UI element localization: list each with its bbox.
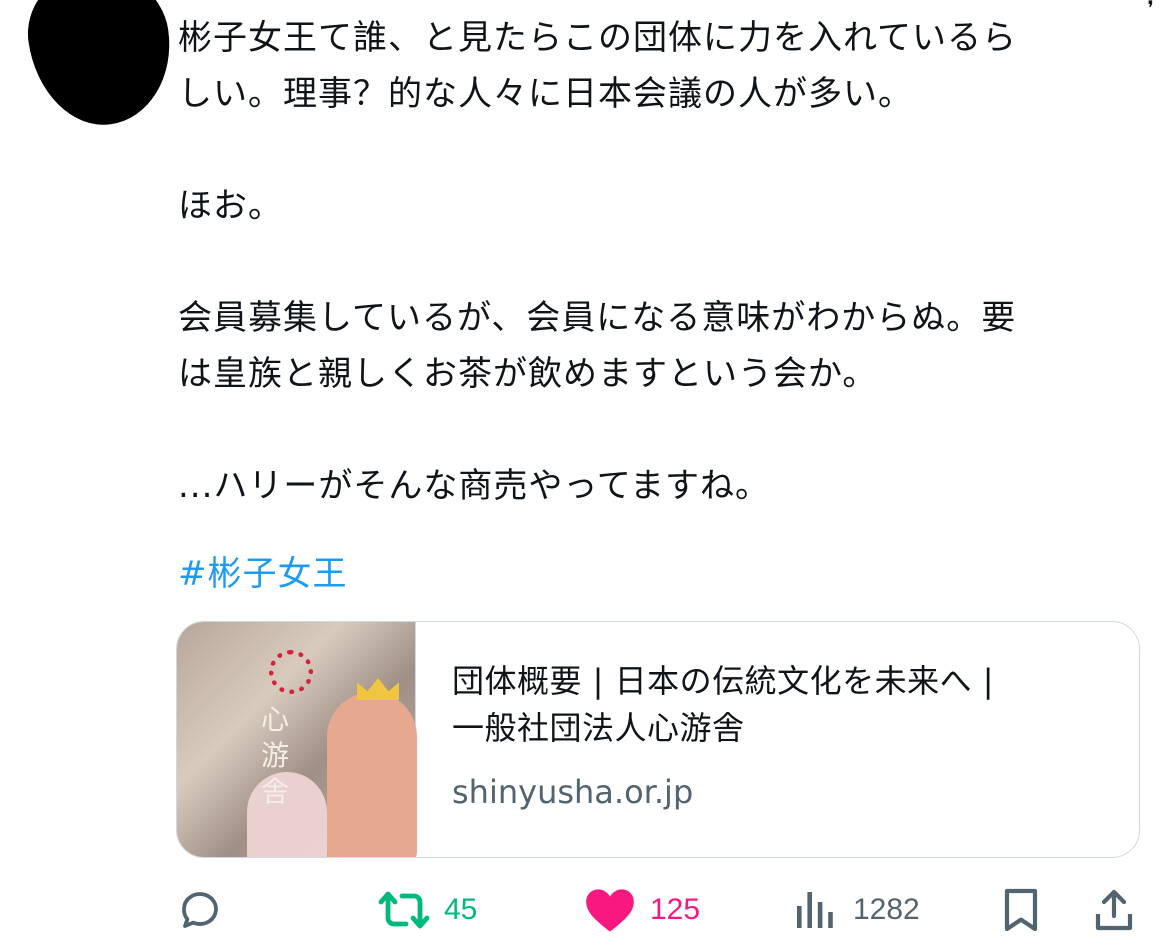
link-card-thumbnail: 心游舎 xyxy=(177,622,417,857)
avatar[interactable] xyxy=(19,0,181,134)
views-button[interactable]: 1282 xyxy=(791,880,920,940)
views-count: 1282 xyxy=(853,893,920,926)
retweet-button[interactable]: 45 xyxy=(378,880,477,940)
flower-logo-icon xyxy=(269,650,313,694)
tweet-paragraph: ...ハリーがそんな商売やってますね。 xyxy=(178,466,771,506)
link-card-title: 団体概要 | 日本の伝統文化を未来へ | 一般社団法人心游舎 xyxy=(452,662,995,747)
bookmark-icon xyxy=(1004,888,1038,932)
share-icon xyxy=(1095,889,1133,931)
retweet-count: 45 xyxy=(444,893,478,926)
reply-icon xyxy=(182,892,218,928)
crown-icon xyxy=(357,678,399,700)
share-button[interactable] xyxy=(1090,880,1138,940)
thumbnail-logo-text: 心游舎 xyxy=(261,703,290,808)
link-card[interactable]: 心游舎 団体概要 | 日本の伝統文化を未来へ | 一般社団法人心游舎 shiny… xyxy=(176,621,1140,858)
bookmark-button[interactable] xyxy=(997,880,1045,940)
more-icon[interactable]: ❜ xyxy=(1148,0,1154,20)
tweet-text: 彬子女王て誰、と見たらこの団体に力を入れているら しい。理事？的な人々に日本会議… xyxy=(178,10,1138,570)
tweet-paragraph: 会員募集しているが、会員になる意味がわからぬ。要 は皇族と親しくお茶が飲めますと… xyxy=(178,298,1017,394)
like-button[interactable]: 125 xyxy=(584,880,700,940)
link-card-body: 団体概要 | 日本の伝統文化を未来へ | 一般社団法人心游舎 shinyusha… xyxy=(415,622,1139,857)
heart-icon xyxy=(586,889,634,932)
thumbnail-child xyxy=(327,692,417,857)
tweet-paragraph: 彬子女王て誰、と見たらこの団体に力を入れているら しい。理事？的な人々に日本会議… xyxy=(178,18,1017,114)
views-icon xyxy=(797,892,833,928)
tweet-paragraph: ほお。 xyxy=(178,186,283,226)
link-card-domain: shinyusha.or.jp xyxy=(452,773,694,811)
like-count: 125 xyxy=(650,893,701,926)
reply-button[interactable] xyxy=(176,880,224,940)
retweet-icon xyxy=(378,891,430,929)
hashtag-link[interactable]: #彬子女王 xyxy=(178,546,348,602)
tweet-actions: 45 125 1282 xyxy=(176,880,1142,940)
